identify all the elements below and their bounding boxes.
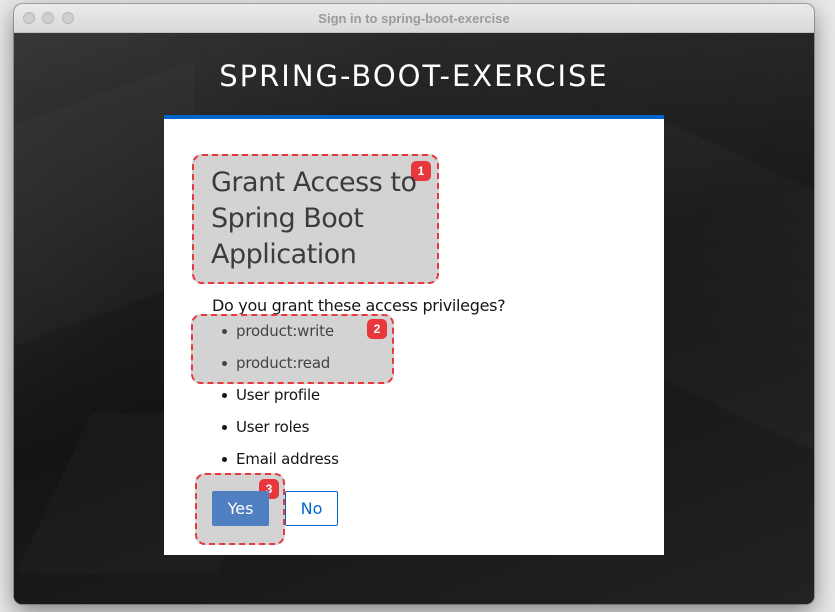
consent-card: 1 Grant Access to Spring Boot Applicatio…: [164, 115, 664, 555]
browser-window: Sign in to spring-boot-exercise SPRING-B…: [14, 4, 814, 604]
annotation-badge: 2: [367, 319, 387, 339]
realm-title: SPRING-BOOT-EXERCISE: [219, 59, 609, 93]
title-bar: Sign in to spring-boot-exercise: [14, 4, 814, 33]
scope-item: User roles: [220, 415, 339, 447]
background-shape: [654, 116, 814, 451]
window-title: Sign in to spring-boot-exercise: [318, 11, 510, 26]
consent-heading: Grant Access to Spring Boot Application: [211, 167, 417, 270]
scope-list: product:write product:read User profile …: [220, 319, 339, 479]
scope-item: product:read: [220, 351, 339, 383]
login-page-background: SPRING-BOOT-EXERCISE 1 Grant Access to S…: [14, 33, 814, 604]
scope-item: product:write: [220, 319, 339, 351]
yes-button[interactable]: Yes: [212, 491, 269, 526]
consent-question: Do you grant these access privileges?: [212, 296, 506, 315]
no-button[interactable]: No: [285, 491, 338, 526]
scope-item: User profile: [220, 383, 339, 415]
